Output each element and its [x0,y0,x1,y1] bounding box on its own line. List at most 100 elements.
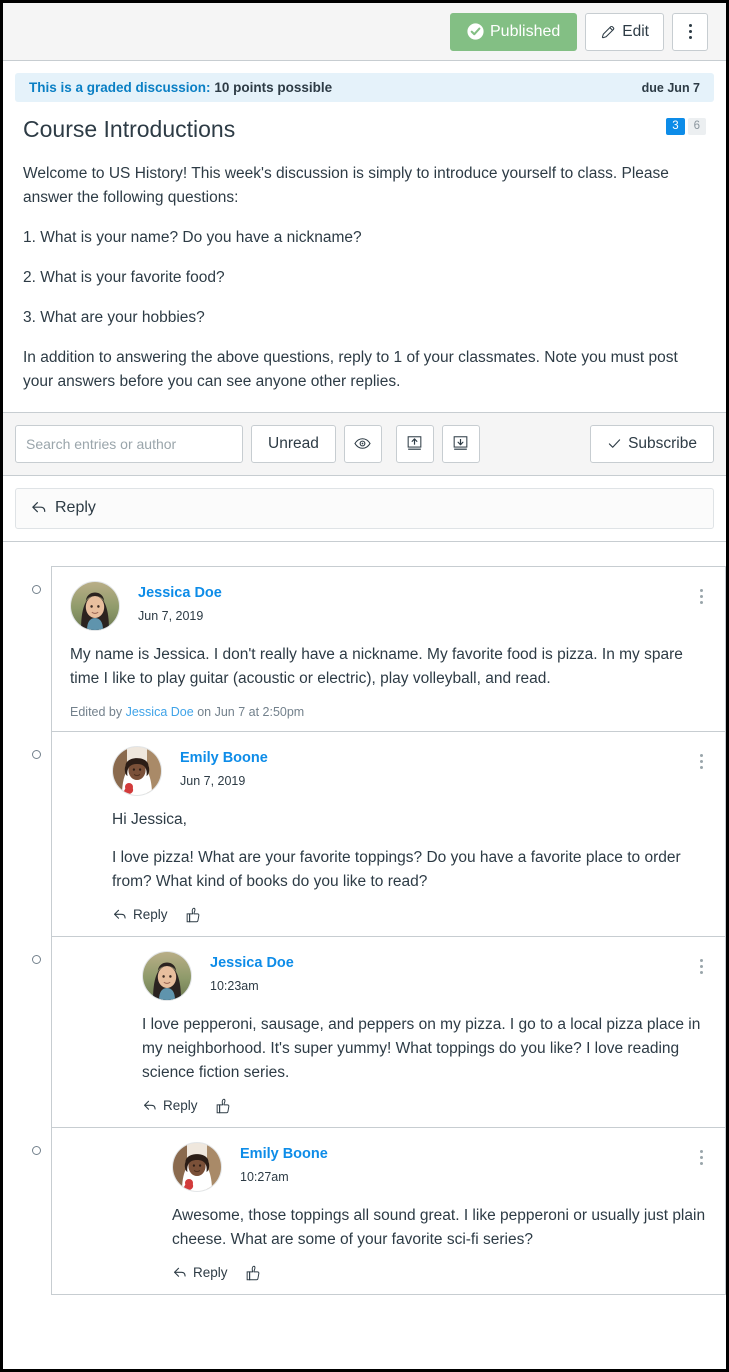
title-row: Course Introductions 3 6 [3,102,726,144]
unread-indicator-icon[interactable] [32,954,41,964]
header-options-button[interactable] [672,12,708,51]
entry-timestamp: 10:27am [240,1169,289,1184]
thumbs-up-icon [214,1097,232,1115]
entry-author-link[interactable]: Jessica Doe [210,955,294,971]
unread-filter-button[interactable]: Unread [251,424,336,463]
avatar[interactable] [70,580,120,631]
mark-all-read-button[interactable] [343,424,382,463]
thumbs-up-icon [244,1264,262,1282]
entry-reply-button[interactable]: Reply [112,907,168,923]
entry-paragraph: My name is Jessica. I don't really have … [70,645,683,687]
entry-timestamp: Jun 7, 2019 [138,608,204,623]
unread-indicator-icon[interactable] [32,749,41,759]
discussion-entry: Emily Boone 10:27am Awesome, those toppi… [32,1126,726,1295]
entry-header: Jessica Doe 10:23am [142,950,707,1001]
entry-like-button[interactable] [244,1264,262,1282]
entry-meta: Emily Boone Jun 7, 2019 [180,746,268,788]
pencil-icon [600,24,616,40]
entry-meta: Jessica Doe Jun 7, 2019 [138,581,222,623]
entry-options-button[interactable] [696,585,707,611]
entry-options-button[interactable] [696,1146,707,1172]
page-title: Course Introductions [23,116,236,142]
discussion-card: This is a graded discussion: 10 points p… [3,73,726,413]
entry-like-button[interactable] [214,1097,232,1115]
search-input[interactable] [15,424,243,463]
unread-count-badge: 3 [666,118,685,135]
reply-composer-wrap: Reply [3,475,726,542]
discussion-paragraph: Welcome to US History! This week's discu… [23,164,669,206]
entry-author-link[interactable]: Emily Boone [180,750,268,766]
avatar[interactable] [112,745,162,796]
entry-like-button[interactable] [184,906,202,924]
avatar[interactable] [142,950,192,1001]
entry-reply-label: Reply [193,1265,228,1281]
entry-message: My name is Jessica. I don't really have … [70,643,707,719]
subscribe-button[interactable]: Subscribe [590,424,714,463]
check-icon [607,436,622,451]
discussion-entry: Jessica Doe 10:23am I love pepperoni, sa… [32,935,726,1127]
entry-timestamp: Jun 7, 2019 [180,773,246,788]
entry-message: Hi Jessica, I love pizza! What are your … [112,808,707,894]
unread-filter-label: Unread [268,434,319,452]
page-header-toolbar: Published Edit [3,3,726,61]
due-date-label: due Jun 7 [641,81,700,95]
entry-options-button[interactable] [696,955,707,981]
entry-reply-label: Reply [163,1098,198,1114]
reply-arrow-icon [172,1265,188,1281]
eye-icon [353,434,372,453]
discussion-paragraph: 2. What is your favorite food? [23,268,225,286]
discussion-entry: Jessica Doe Jun 7, 2019 My name is Jessi… [32,565,726,731]
reply-composer-label: Reply [55,499,96,517]
unread-indicator-icon[interactable] [32,584,41,594]
edited-suffix: on Jun 7 at 2:50pm [197,704,305,719]
graded-discussion-banner: This is a graded discussion: 10 points p… [15,73,714,102]
entry-paragraph: I love pizza! What are your favorite top… [112,848,681,890]
published-button[interactable]: Published [450,12,578,51]
arrow-down-to-line-icon [451,434,470,453]
graded-banner-prefix: This is a graded discussion: [29,80,211,95]
kebab-menu-icon [688,24,692,39]
reply-arrow-icon [30,499,48,517]
reply-arrow-icon [142,1098,158,1114]
collapse-replies-button[interactable] [395,424,434,463]
edited-author-link[interactable]: Jessica Doe [126,705,194,719]
entry-reply-button[interactable]: Reply [172,1265,228,1281]
check-circle-icon [467,23,484,40]
edit-label: Edit [622,22,649,40]
entry-header: Emily Boone 10:27am [172,1141,707,1192]
entry-meta: Jessica Doe 10:23am [210,951,294,993]
published-label: Published [490,22,561,40]
thumbs-up-icon [184,906,202,924]
entry-options-button[interactable] [696,750,707,776]
entry-author-link[interactable]: Emily Boone [240,1146,328,1162]
entry-reply-label: Reply [133,907,168,923]
entry-edited-line: Edited by Jessica Doe on Jun 7 at 2:50pm [70,705,707,719]
edit-button[interactable]: Edit [585,12,664,51]
reply-composer-button[interactable]: Reply [15,487,714,529]
discussion-paragraph: 1. What is your name? Do you have a nick… [23,228,362,246]
discussion-toolbar: Unread [3,412,726,476]
edited-prefix: Edited by [70,704,123,719]
graded-banner-points: 10 points possible [214,80,333,95]
discussion-paragraph: 3. What are your hobbies? [23,308,205,326]
entry-actions: Reply [112,906,707,924]
graded-banner-text: This is a graded discussion: 10 points p… [29,80,332,95]
entry-message: Awesome, those toppings all sound great.… [172,1204,707,1252]
arrow-up-to-line-icon [405,434,424,453]
discussion-paragraph: In addition to answering the above quest… [23,348,678,390]
avatar[interactable] [172,1141,222,1192]
entry-timestamp: 10:23am [210,978,259,993]
discussion-body: Welcome to US History! This week's discu… [3,144,726,412]
subscribe-label: Subscribe [628,434,697,452]
entry-meta: Emily Boone 10:27am [240,1142,328,1184]
expand-replies-button[interactable] [441,424,480,463]
entry-author-link[interactable]: Jessica Doe [138,585,222,601]
reply-arrow-icon [112,907,128,923]
entry-reply-button[interactable]: Reply [142,1098,198,1114]
entry-actions: Reply [172,1264,707,1282]
unread-indicator-icon[interactable] [32,1145,41,1155]
entry-paragraph: Awesome, those toppings all sound great.… [172,1206,706,1248]
total-count-badge: 6 [687,118,706,135]
entry-paragraph: I love pepperoni, sausage, and peppers o… [142,1015,701,1081]
entry-message: I love pepperoni, sausage, and peppers o… [142,1013,707,1085]
